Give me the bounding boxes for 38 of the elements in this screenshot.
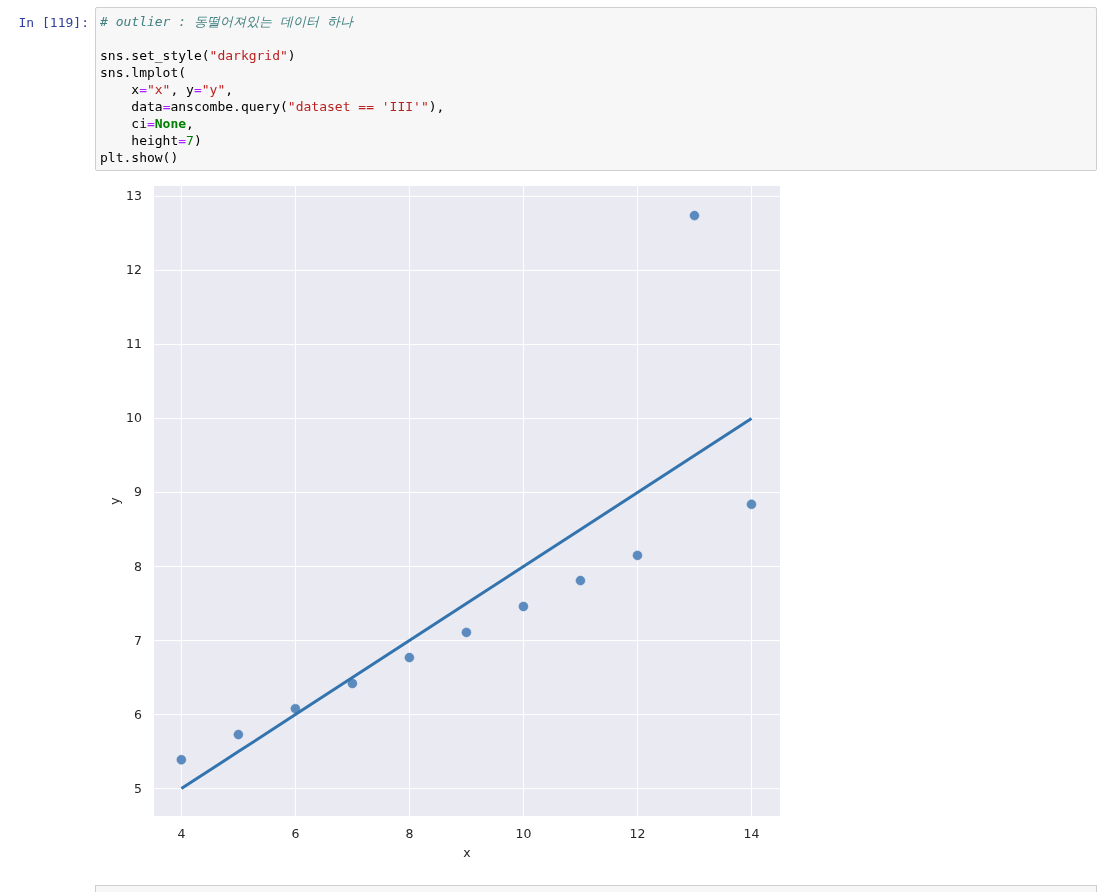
y-tick-label: 12 <box>126 262 142 278</box>
code-line: data=anscombe.query("dataset == 'III'"), <box>130 98 446 115</box>
y-tick-label: 10 <box>126 410 142 426</box>
data-point <box>233 729 244 740</box>
code-editor[interactable]: # outlier : 동떨어져있는 데이터 하나 sns.set_style("darkgrid") sns.lmplot( x="x", y="y", data=anscombe.query("dataset == 'III'"), ci=None, height=7) plt.show() <box>95 7 1097 171</box>
data-point <box>347 678 358 689</box>
code-line: sns.lmplot( <box>100 64 188 81</box>
data-point <box>689 210 700 221</box>
x-tick-label: 8 <box>405 826 414 841</box>
y-tick-label: 11 <box>126 336 142 352</box>
y-tick-label: 5 <box>134 780 142 796</box>
code-line: x="x", y="y", <box>130 81 235 98</box>
data-point <box>746 499 757 510</box>
y-tick-label: 7 <box>134 632 142 648</box>
x-tick-label: 14 <box>743 826 760 841</box>
code-line: ci=None, <box>130 115 195 132</box>
x-tick-label: 10 <box>515 826 532 841</box>
x-tick-label: 4 <box>177 826 186 841</box>
y-tick-label: 8 <box>134 558 142 574</box>
cell-prompt: In [119]: <box>17 14 90 32</box>
code-line: sns.set_style("darkgrid") <box>100 47 297 64</box>
y-tick-label: 9 <box>134 484 142 500</box>
x-tick-label: 6 <box>291 826 300 841</box>
x-axis-label: x <box>463 845 471 860</box>
data-point <box>575 575 586 586</box>
data-point <box>518 601 529 612</box>
y-tick-label: 13 <box>126 188 142 204</box>
y-axis-label: y <box>107 497 122 505</box>
data-point <box>290 703 301 714</box>
data-point <box>176 755 187 765</box>
x-tick-label: 12 <box>629 826 646 841</box>
y-tick-label: 6 <box>134 706 142 722</box>
data-point <box>461 627 472 638</box>
data-point <box>632 550 643 561</box>
code-line: plt.show() <box>100 149 180 166</box>
code-line: height=7) <box>130 132 203 149</box>
code-line: # outlier : 동떨어져있는 데이터 하나 <box>100 13 355 30</box>
data-point <box>404 652 415 663</box>
